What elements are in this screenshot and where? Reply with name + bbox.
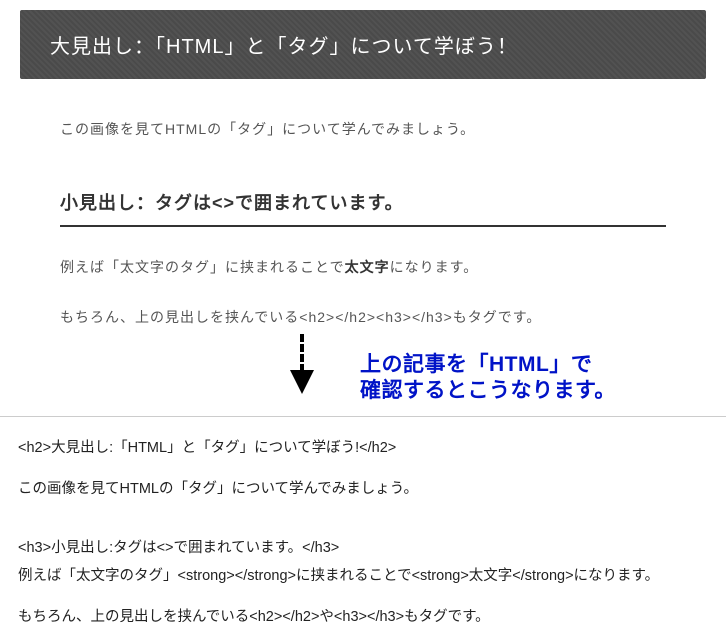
annotation-text: 上の記事を「HTML」で 確認するとこうなります。: [360, 352, 616, 405]
down-arrow-icon: [290, 334, 314, 394]
main-heading: 大見出し：「HTML」と「タグ」について学ぼう！: [20, 10, 706, 79]
paragraph-tag-note: もちろん、上の見出しを挟んでいる<h2></h2><h3></h3>もタグです。: [60, 307, 666, 327]
para1-part-a: 例えば「太文字のタグ」に挟まれることで: [60, 259, 345, 275]
code-line-h2: <h2>大見出し:「HTML」と「タグ」について学ぼう!</h2>: [18, 437, 708, 460]
paragraph-bold-example: 例えば「太文字のタグ」に挟まれることで太文字になります。: [60, 257, 666, 277]
code-line-strong: 例えば「太文字のタグ」<strong></strong>に挟まれることで<str…: [18, 565, 708, 588]
sub-heading: 小見出し：タグは<>で囲まれています。: [60, 189, 666, 227]
para1-part-b: になります。: [390, 259, 479, 275]
arrow-annotation-row: 上の記事を「HTML」で 確認するとこうなります。: [0, 347, 726, 417]
intro-text: この画像を見てHTMLの「タグ」について学んでみましょう。: [60, 119, 666, 139]
html-source-view: <h2>大見出し:「HTML」と「タグ」について学ぼう!</h2> この画像を見…: [0, 437, 726, 629]
code-line-intro: この画像を見てHTMLの「タグ」について学んでみましょう。: [18, 478, 708, 501]
para1-bold: 太文字: [345, 259, 390, 275]
content-top: この画像を見てHTMLの「タグ」について学んでみましょう。 小見出し：タグは<>…: [0, 119, 726, 327]
annotation-line1: 上の記事を「HTML」で: [360, 352, 616, 378]
annotation-line2: 確認するとこうなります。: [360, 378, 616, 404]
code-line-h3: <h3>小見出し:タグは<>で囲まれています。</h3>: [18, 537, 708, 560]
code-line-tags: もちろん、上の見出しを挟んでいる<h2></h2>や<h3></h3>もタグです…: [18, 606, 708, 629]
